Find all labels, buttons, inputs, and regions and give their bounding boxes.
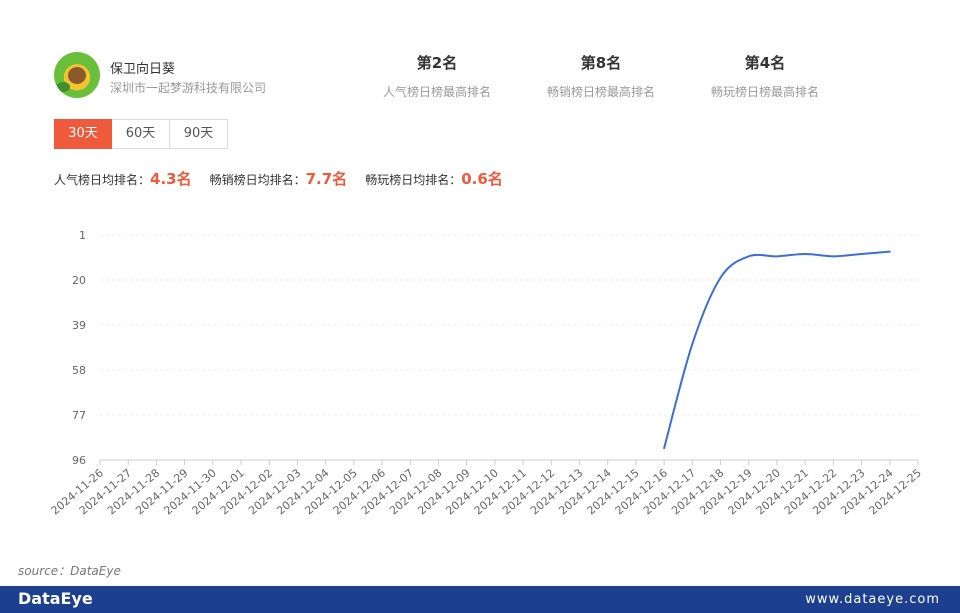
footer-url: www.dataeye.com	[805, 592, 940, 607]
stat-popularity-best: 第2名 人气榜日榜最高排名	[347, 52, 527, 100]
app-header: 保卫向日葵 深圳市一起梦游科技有限公司 第2名 人气榜日榜最高排名 第8名 畅销…	[54, 52, 934, 100]
avg-value: 7.7名	[305, 170, 348, 188]
y-tick-label: 77	[72, 409, 86, 422]
app-name: 保卫向日葵	[110, 62, 176, 77]
stat-play-best: 第4名 畅玩榜日榜最高排名	[675, 52, 855, 100]
avg-value: 0.6名	[461, 170, 503, 188]
stat-value: 第8名	[580, 54, 622, 72]
avg-grossing: 畅销榜日均排名：7.7名	[210, 168, 348, 189]
series-line	[663, 250, 891, 450]
rank-line-chart: 120395877962024-11-262024-11-272024-11-2…	[49, 229, 924, 517]
stat-label: 人气榜日榜最高排名	[382, 85, 491, 99]
stat-value: 第2名	[416, 54, 458, 72]
avg-value: 4.3名	[150, 170, 192, 188]
y-tick-label: 39	[72, 319, 86, 332]
avg-play: 畅玩榜日均排名：0.6名	[365, 168, 503, 189]
stat-label: 畅销榜日榜最高排名	[546, 85, 655, 99]
avg-label: 人气榜日均排名：	[54, 173, 151, 187]
app-publisher: 深圳市一起梦游科技有限公司	[110, 81, 267, 95]
y-tick-label: 20	[72, 274, 86, 287]
y-tick-label: 58	[72, 364, 86, 377]
stat-value: 第4名	[744, 54, 786, 72]
avg-label: 畅玩榜日均排名：	[365, 173, 462, 187]
stat-grossing-best: 第8名 畅销榜日榜最高排名	[511, 52, 691, 100]
tab-60-days[interactable]: 60天	[112, 119, 170, 149]
y-tick-label: 96	[72, 454, 86, 467]
average-rank-summary: 人气榜日均排名：4.3名 畅销榜日均排名：7.7名 畅玩榜日均排名：0.6名	[54, 168, 521, 189]
app-icon-leaf	[56, 82, 70, 92]
y-tick-label: 1	[79, 229, 86, 242]
stat-label: 畅玩榜日榜最高排名	[710, 85, 819, 99]
app-icon	[54, 52, 100, 98]
avg-label: 畅销榜日均排名：	[209, 173, 306, 187]
tab-30-days[interactable]: 30天	[54, 119, 112, 149]
footer-bar: DataEye www.dataeye.com	[0, 586, 960, 613]
source-note: source：DataEye	[18, 564, 121, 578]
footer-brand: DataEye	[18, 589, 93, 608]
period-tabs: 30天 60天 90天	[54, 119, 228, 149]
tab-90-days[interactable]: 90天	[170, 119, 228, 149]
app-icon-face	[68, 67, 86, 84]
app-root: 保卫向日葵 深圳市一起梦游科技有限公司 第2名 人气榜日榜最高排名 第8名 畅销…	[0, 0, 960, 613]
avg-popularity: 人气榜日均排名：4.3名	[54, 168, 192, 189]
